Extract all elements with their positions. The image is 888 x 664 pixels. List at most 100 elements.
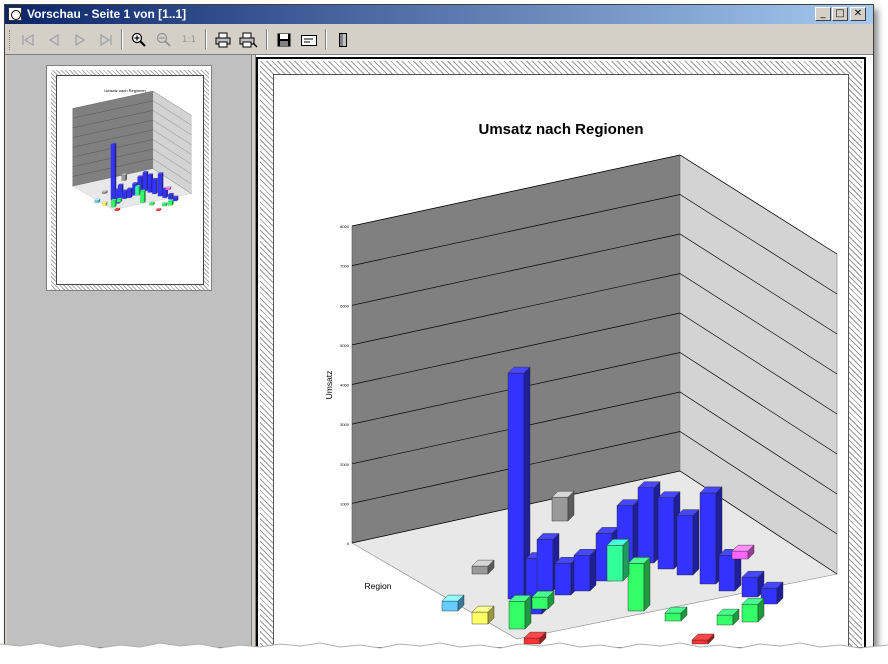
chart: 0 1000 2000 3000 4000 5000 6000 7000 8000 Umsatz R…	[324, 154, 838, 645]
window-title: Vorschau - Seite 1 von [1..1]	[27, 7, 187, 21]
thumbnail-chart-title: Umsatz nach Regionen	[104, 88, 146, 93]
chart-bar-front	[699, 492, 717, 585]
chart-bar-front	[135, 186, 140, 196]
last-page-icon	[100, 33, 112, 46]
chart-bar-side	[643, 556, 651, 612]
chart-bar-front	[441, 600, 459, 612]
chart-bar-front	[149, 203, 154, 206]
zoom-in-button[interactable]	[128, 29, 150, 50]
toolbar-separator	[121, 29, 123, 50]
y-tick-label: 8000	[340, 224, 350, 229]
chart-bar-side	[130, 187, 133, 199]
chart-bar-front	[101, 191, 106, 194]
chart-bar-front	[140, 191, 145, 203]
chart-bar-front	[718, 555, 736, 592]
chart-bar-side	[692, 509, 700, 576]
last-page-button[interactable]	[95, 29, 117, 50]
chart-bar-front	[741, 604, 759, 623]
y-tick-label: 0	[347, 541, 350, 546]
zoom-1to1-button[interactable]: 1:1	[178, 29, 200, 50]
chart-bar-side	[156, 177, 158, 195]
chart-bar-front	[121, 174, 126, 181]
chart-bar-front	[551, 497, 569, 522]
chart-bar-front	[165, 188, 170, 191]
page-thumbnail[interactable]: Umsatz nach Regionen	[46, 65, 212, 291]
preview-pane[interactable]: Umsatz nach Regionen 0 1000 2000 3000 4000 50…	[255, 55, 873, 647]
first-page-button[interactable]	[17, 29, 39, 50]
close-button[interactable]: ✕	[850, 7, 866, 21]
envelope-icon	[301, 34, 317, 46]
chart-bar-front	[657, 497, 675, 570]
thumbnail-plot	[72, 90, 192, 211]
toolbar-separator	[266, 29, 268, 50]
y-tick-label: 6000	[340, 303, 350, 308]
y-tick-label: 1000	[340, 501, 350, 506]
y-tick-label: 5000	[340, 343, 350, 348]
chart-bar-front	[157, 173, 162, 197]
thumbnail-pane[interactable]: Umsatz nach Regionen	[7, 55, 252, 647]
page-content: Umsatz nach Regionen 0 1000 2000 3000 4000 50…	[273, 74, 849, 647]
printer-icon	[215, 32, 231, 47]
chart-bar-front	[155, 209, 160, 211]
exit-button[interactable]	[332, 29, 354, 50]
one-to-one-icon: 1:1	[181, 34, 197, 45]
toolbar-grip[interactable]	[9, 30, 12, 50]
chart-bar-front	[573, 555, 591, 592]
printer-setup-icon	[239, 32, 258, 48]
title-bar[interactable]: Vorschau - Seite 1 von [1..1] _ □ ✕	[5, 5, 873, 24]
chart-bar-front	[110, 144, 115, 200]
chart-bar-front	[117, 185, 122, 198]
minimize-button[interactable]: _	[815, 7, 831, 21]
chart-bar-front	[741, 577, 759, 598]
next-page-button[interactable]	[69, 29, 91, 50]
y-tick-label: 2000	[340, 462, 350, 467]
toolbar: 1:1	[5, 25, 873, 55]
chart-bar-front	[168, 201, 173, 206]
chart-bar-front	[664, 612, 682, 622]
chart-bar-front	[627, 563, 645, 612]
next-page-icon	[75, 33, 86, 46]
chart-bar-front	[161, 203, 166, 207]
chart-bar-front	[508, 601, 526, 630]
chart-bar-front	[168, 194, 173, 200]
chart-bar-front	[101, 203, 106, 207]
toolbar-separator	[205, 29, 207, 50]
magnifier-app-icon[interactable]	[8, 7, 22, 21]
chart-bar-front	[116, 199, 121, 203]
previous-page-button[interactable]	[43, 29, 65, 50]
thumbnail-page: Umsatz nach Regionen	[51, 70, 209, 290]
page-border-hatch: Umsatz nach Regionen 0 1000 2000 3000 4000 50…	[260, 61, 862, 647]
chart-bar-front	[114, 209, 119, 211]
chart-bar-front	[606, 545, 624, 582]
chart-bar-side	[622, 538, 630, 582]
chart-bar-front	[471, 565, 489, 575]
floppy-disk-icon	[277, 33, 291, 46]
torn-edge	[0, 642, 888, 664]
chart-bar-front	[676, 515, 694, 576]
print-setup-button[interactable]	[237, 29, 259, 50]
chart-bar-front	[152, 179, 157, 195]
toolbar-separator	[325, 29, 327, 50]
chart-bar-side	[138, 185, 141, 196]
maximize-button[interactable]: □	[832, 7, 848, 21]
door-exit-icon	[339, 32, 347, 47]
thumbnail-page-content: Umsatz nach Regionen	[56, 75, 204, 285]
chart-bar-front	[637, 487, 655, 564]
chart-bar-front	[142, 172, 147, 192]
zoom-out-button[interactable]	[153, 29, 175, 50]
send-button[interactable]	[298, 29, 320, 50]
chart-bar-side	[589, 548, 597, 592]
thumbnail-chart: Umsatz nach Regionen	[72, 88, 192, 211]
y-axis-label: Umsatz	[324, 371, 334, 400]
save-button[interactable]	[273, 29, 295, 50]
chart-bar-front	[531, 596, 549, 610]
chart-bar-front	[716, 614, 734, 626]
chart-bar-front	[471, 611, 489, 625]
print-button[interactable]	[212, 29, 234, 50]
chart-bar-front	[111, 200, 116, 208]
chart-bar-front	[536, 539, 554, 592]
chart-bar-front	[94, 200, 99, 203]
chart-bar-front	[126, 189, 131, 198]
preview-window: Vorschau - Seite 1 von [1..1] _ □ ✕ 1:1	[4, 4, 874, 648]
preview-page: Umsatz nach Regionen 0 1000 2000 3000 4000 50…	[256, 57, 866, 647]
